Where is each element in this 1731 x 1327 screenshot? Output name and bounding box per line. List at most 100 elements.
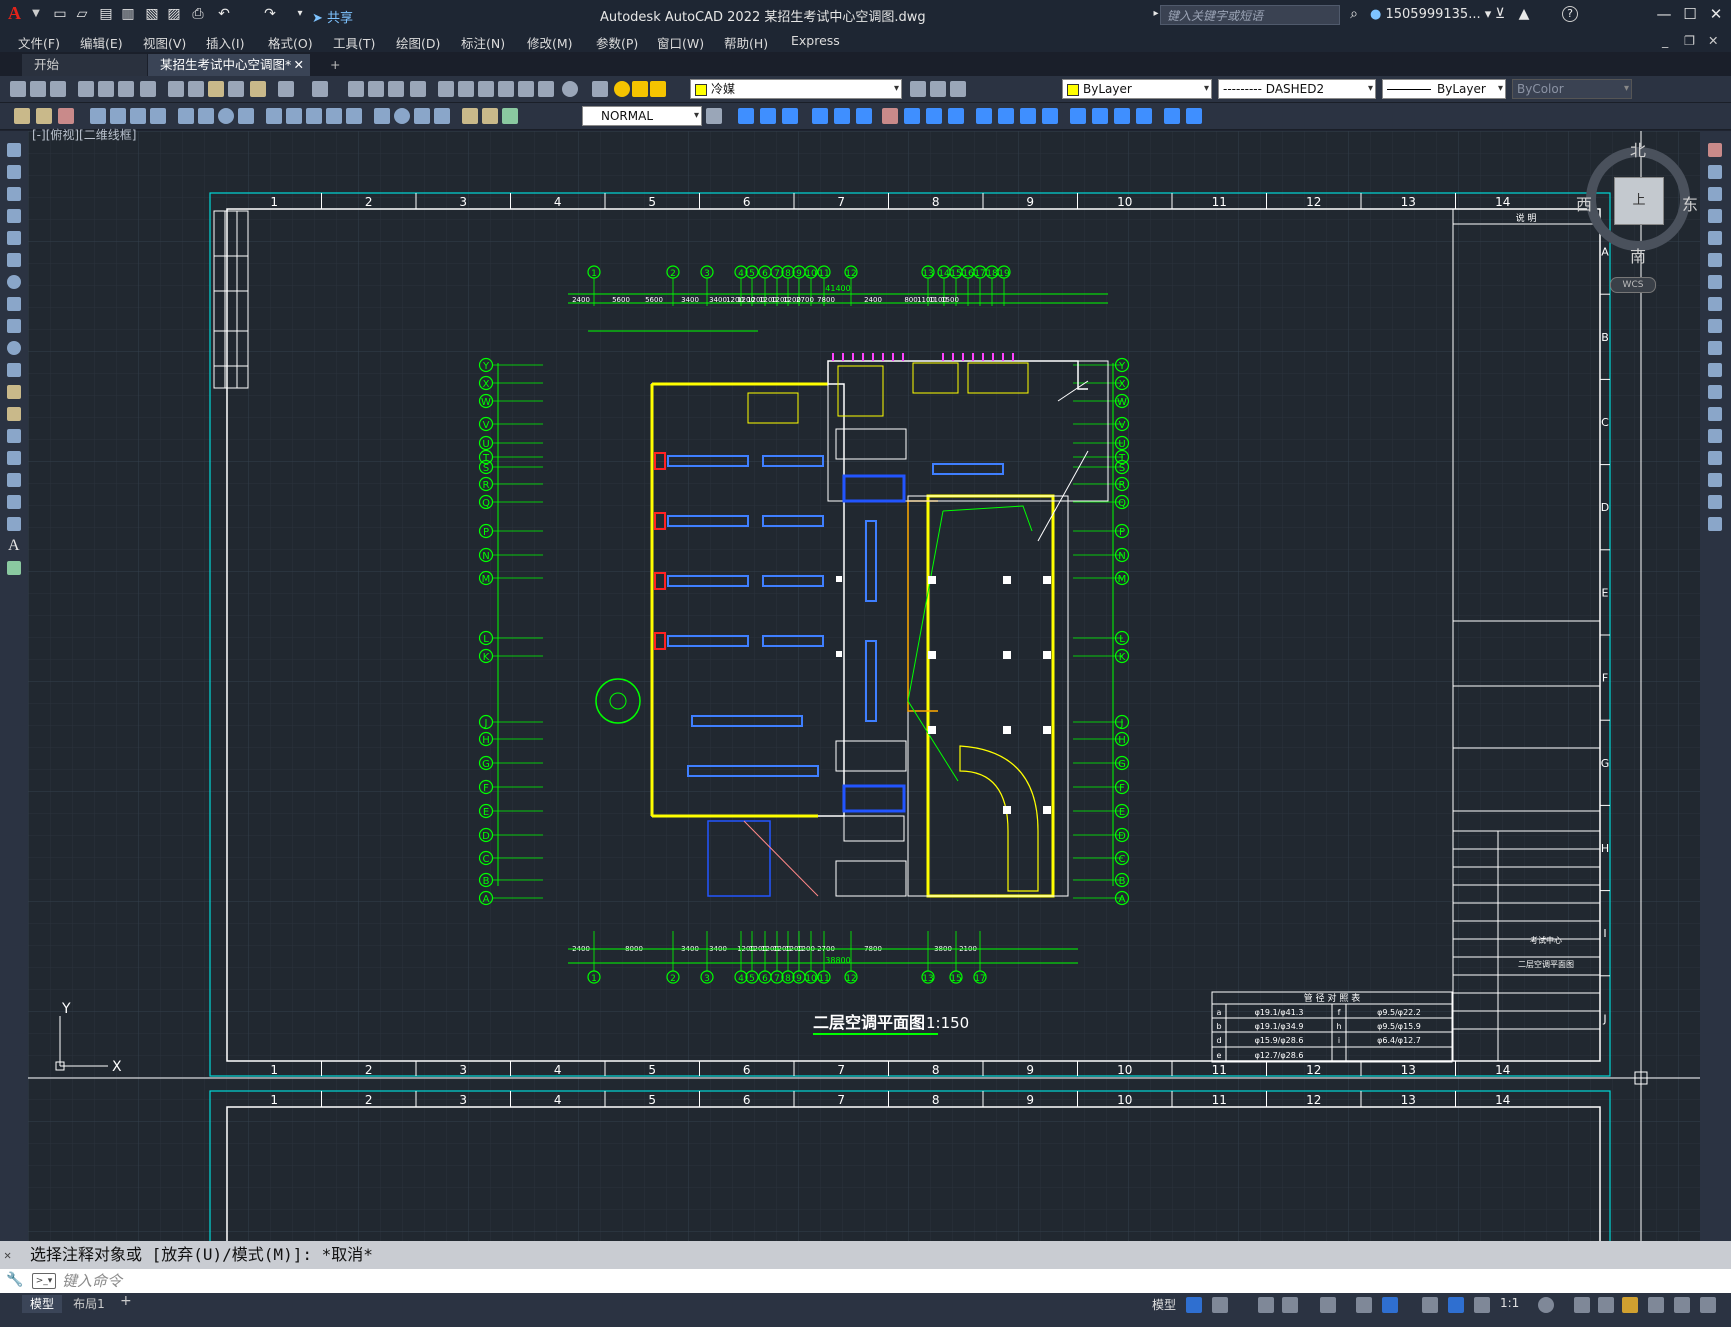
fillet-icon[interactable] [1708, 473, 1722, 487]
modify-move-icon[interactable] [834, 108, 850, 124]
app-menu-chevron-icon[interactable]: ▼ [28, 6, 44, 22]
tool-properties-icon[interactable] [438, 81, 454, 97]
plotstyle-combo[interactable]: ByColor ▾ [1512, 79, 1632, 99]
center-mark-icon[interactable] [394, 108, 410, 124]
new-file-icon[interactable]: ▭ [52, 6, 68, 22]
modify-trim-icon[interactable] [926, 108, 942, 124]
dim-continue-icon[interactable] [306, 108, 322, 124]
tool-zoom-previous-icon[interactable] [410, 81, 426, 97]
user-account[interactable]: ● 1505999135... ▾ [1370, 7, 1491, 22]
viewcube-face-top[interactable]: 上 [1614, 177, 1664, 225]
grid-toggle-icon[interactable] [1186, 1297, 1202, 1313]
customize-icon[interactable]: 🔧 [6, 1272, 23, 1288]
viewport-controls[interactable]: [-][俯视][二维线框] [32, 126, 136, 143]
layer-manager-icon[interactable] [592, 81, 608, 97]
menu-window[interactable]: 窗口(W) [657, 33, 704, 52]
plot-icon[interactable]: ⎙ [190, 6, 206, 22]
dim-text-edit-icon[interactable] [482, 108, 498, 124]
menu-modify[interactable]: 修改(M) [527, 33, 573, 52]
mirror-icon[interactable] [1708, 187, 1722, 201]
stretch-icon[interactable] [1708, 319, 1722, 333]
open-web-icon[interactable]: ▧ [144, 6, 160, 22]
tool-open-icon[interactable] [30, 81, 46, 97]
rotate-icon[interactable] [1708, 275, 1722, 289]
new-tab-plus-icon[interactable]: + [318, 54, 352, 76]
open-file-icon[interactable]: ▱ [74, 6, 90, 22]
redo-icon[interactable]: ↷ [262, 6, 278, 22]
trim-icon[interactable] [1708, 341, 1722, 355]
modify-chamfer-icon[interactable] [1020, 108, 1036, 124]
tool-paste-icon[interactable] [208, 81, 224, 97]
draw-point-icon[interactable] [7, 429, 21, 443]
cart-icon[interactable]: ⊻ [1492, 6, 1508, 22]
multiline-text-icon[interactable]: A [8, 537, 20, 555]
doc-minimize-icon[interactable]: _ [1662, 33, 1668, 48]
hardware-acceleration-icon[interactable] [1648, 1297, 1664, 1313]
tool-designcenter-icon[interactable] [458, 81, 474, 97]
draw-rectangle-icon[interactable] [7, 231, 21, 245]
tool-markup-icon[interactable] [518, 81, 534, 97]
lineweight-combo[interactable]: ByLayer ▾ [1382, 79, 1506, 99]
draw-polygon-icon[interactable] [7, 209, 21, 223]
move-icon[interactable] [1708, 253, 1722, 267]
save-web-icon[interactable]: ▨ [166, 6, 182, 22]
tool-undo-icon[interactable] [278, 81, 294, 97]
linetype-combo[interactable]: --------- DASHED2 ▾ [1218, 79, 1376, 99]
layer-thaw-sun-icon[interactable] [632, 81, 648, 97]
layer-on-bulb-icon[interactable] [614, 81, 630, 97]
copy-icon[interactable] [1708, 165, 1722, 179]
menu-express[interactable]: Express [791, 33, 840, 48]
help-icon[interactable]: ? [1562, 6, 1578, 22]
tool-new-icon[interactable] [10, 81, 26, 97]
draw-line-icon[interactable] [7, 143, 21, 157]
tool-sheetset-icon[interactable] [498, 81, 514, 97]
lineweight-toggle-icon[interactable] [1422, 1297, 1438, 1313]
osnap-toggle-icon[interactable] [1382, 1297, 1398, 1313]
layer-states-icon[interactable] [950, 81, 966, 97]
dim-ordinate-icon[interactable] [150, 108, 166, 124]
tool-block-icon[interactable] [36, 108, 52, 124]
color-combo[interactable]: ByLayer ▾ [1062, 79, 1212, 99]
textstyle-combo[interactable]: NORMAL ▾ [582, 106, 702, 126]
modify-extend-icon[interactable] [948, 108, 964, 124]
isodraft-toggle-icon[interactable] [1320, 1297, 1336, 1313]
tool-zoom-realtime-icon[interactable] [368, 81, 384, 97]
modify-break-icon[interactable] [976, 108, 992, 124]
modify-offset-icon[interactable] [782, 108, 798, 124]
save-as-icon[interactable]: ▥ [120, 6, 136, 22]
dim-space-icon[interactable] [326, 108, 342, 124]
menu-insert[interactable]: 插入(I) [206, 33, 244, 52]
modify-copy-icon[interactable] [738, 108, 754, 124]
wcs-menu-button[interactable]: WCS [1610, 277, 1656, 293]
auto-scale-icon[interactable] [1474, 1297, 1490, 1313]
isolate-objects-icon[interactable] [1622, 1297, 1638, 1313]
tool-pan-icon[interactable] [348, 81, 364, 97]
search-icon[interactable]: ⌕ [1346, 6, 1362, 22]
annotation-scale[interactable]: 1:1 [1500, 1296, 1519, 1310]
recent-commands-icon[interactable]: >_▾ [32, 1273, 56, 1289]
tool-qselect-icon[interactable] [14, 108, 30, 124]
dim-style-icon[interactable] [706, 108, 722, 124]
tool-3ddwf-icon[interactable] [140, 81, 156, 97]
modify-fillet-icon[interactable] [1042, 108, 1058, 124]
layer-lock-icon[interactable] [650, 81, 666, 97]
tab-start[interactable]: 开始 [22, 54, 147, 76]
menu-parametric[interactable]: 参数(P) [596, 33, 638, 52]
modify-array-icon[interactable] [812, 108, 828, 124]
add-layout-plus-icon[interactable]: + [120, 1293, 132, 1309]
layout-tab-model[interactable]: 模型 [22, 1295, 62, 1313]
explode-icon[interactable] [1708, 517, 1722, 531]
viewcube-north[interactable]: 北 [1630, 137, 1646, 161]
viewcube[interactable]: 上 北 南 东 西 WCS [1576, 137, 1698, 293]
tool-matchprop-icon[interactable] [228, 81, 244, 97]
viewcube-east[interactable]: 东 [1682, 191, 1698, 215]
osnap-tracking-icon[interactable] [1356, 1297, 1372, 1313]
draw-gradient-icon[interactable] [7, 473, 21, 487]
draw-revcloud-icon[interactable] [7, 297, 21, 311]
dim-linear-icon[interactable] [90, 108, 106, 124]
tool-redo-icon[interactable] [312, 81, 328, 97]
autocad-logo-icon[interactable]: A [8, 3, 21, 24]
units-icon[interactable] [1598, 1297, 1614, 1313]
layer-previous-icon[interactable] [930, 81, 946, 97]
tool-explode-icon[interactable] [58, 108, 74, 124]
